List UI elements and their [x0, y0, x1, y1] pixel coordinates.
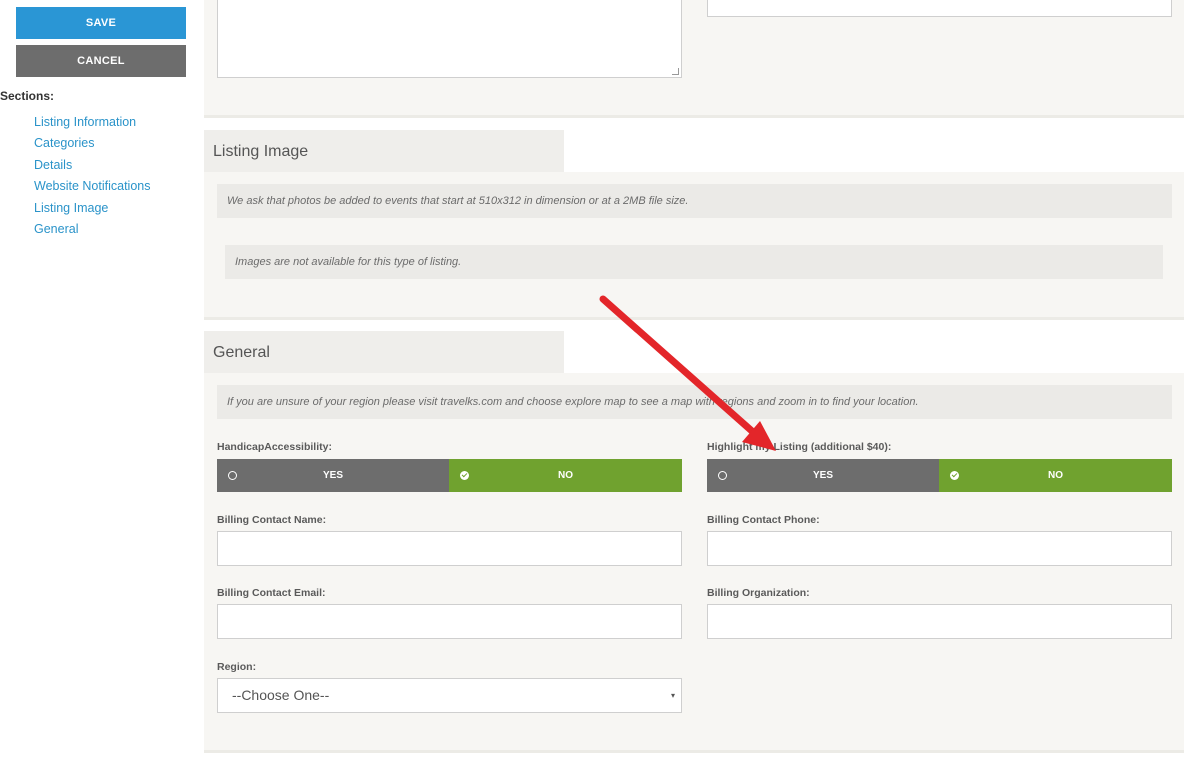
section-link-details[interactable]: Details	[34, 158, 151, 179]
section-link-categories[interactable]: Categories	[34, 136, 151, 157]
section-link-listing-information[interactable]: Listing Information	[34, 115, 151, 136]
listing-image-panel: We ask that photos be added to events th…	[204, 172, 1184, 320]
highlight-yes-option[interactable]: YES	[707, 459, 939, 492]
section-link-website-notifications[interactable]: Website Notifications	[34, 179, 151, 200]
listing-image-heading: Listing Image	[204, 130, 564, 174]
billing-phone-input[interactable]	[707, 531, 1172, 566]
region-selected-value: --Choose One--	[232, 687, 330, 703]
save-button[interactable]: SAVE	[16, 7, 186, 39]
section-link-listing-image[interactable]: Listing Image	[34, 201, 151, 222]
section-links: Listing Information Categories Details W…	[34, 115, 151, 243]
general-heading: General	[204, 331, 564, 375]
billing-name-input[interactable]	[217, 531, 682, 566]
handicap-yes-label: YES	[322, 470, 343, 481]
general-panel: If you are unsure of your region please …	[204, 373, 1184, 753]
billing-name-label: Billing Contact Name:	[217, 514, 327, 526]
cancel-button[interactable]: CANCEL	[16, 45, 186, 77]
description-textarea[interactable]	[217, 0, 682, 78]
top-right-input[interactable]	[707, 0, 1172, 17]
previous-section-panel	[204, 0, 1184, 118]
billing-org-label: Billing Organization:	[707, 587, 810, 599]
region-note: If you are unsure of your region please …	[217, 385, 1172, 419]
billing-email-input[interactable]	[217, 604, 682, 639]
highlight-no-label: NO	[1048, 470, 1063, 481]
resize-handle-icon[interactable]	[672, 68, 679, 75]
image-unavailable-note: Images are not available for this type o…	[225, 245, 1163, 279]
handicap-no-label: NO	[558, 470, 573, 481]
chevron-down-icon: ▾	[670, 691, 675, 700]
handicap-label: HandicapAccessibility:	[217, 441, 332, 453]
handicap-toggle: YES NO	[217, 459, 682, 492]
highlight-toggle: YES NO	[707, 459, 1172, 492]
region-select[interactable]: --Choose One-- ▾	[217, 678, 682, 713]
billing-email-label: Billing Contact Email:	[217, 587, 326, 599]
region-label: Region:	[217, 661, 257, 673]
highlight-no-option[interactable]: NO	[939, 459, 1172, 492]
section-link-general[interactable]: General	[34, 222, 151, 243]
image-size-note: We ask that photos be added to events th…	[217, 184, 1172, 218]
handicap-yes-option[interactable]: YES	[217, 459, 449, 492]
billing-phone-label: Billing Contact Phone:	[707, 514, 820, 526]
handicap-no-option[interactable]: NO	[449, 459, 682, 492]
highlight-label: Highlight my Listing (additional $40):	[707, 441, 892, 453]
billing-org-input[interactable]	[707, 604, 1172, 639]
sections-heading: Sections:	[0, 89, 55, 103]
highlight-yes-label: YES	[812, 470, 833, 481]
